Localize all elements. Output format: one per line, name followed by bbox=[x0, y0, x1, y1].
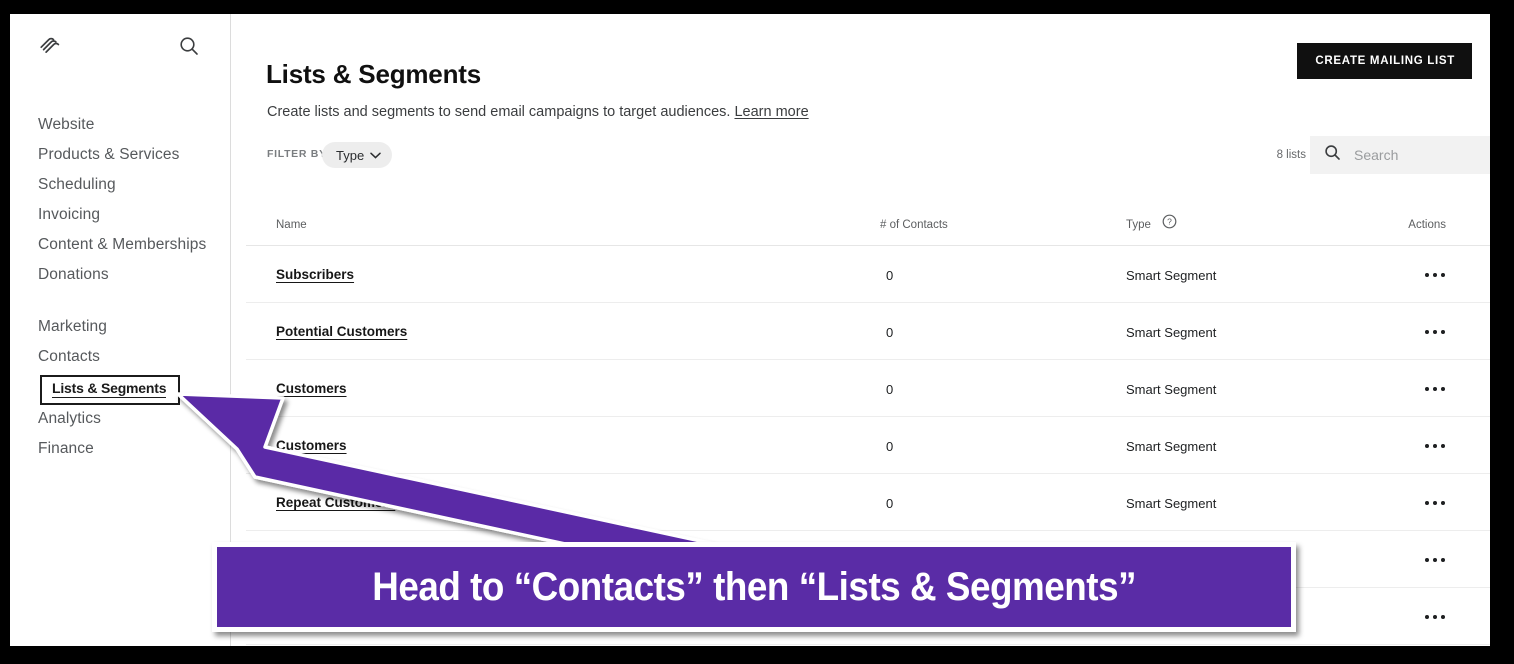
column-header-name: Name bbox=[276, 219, 307, 231]
table-row[interactable]: Customers 0 Smart Segment bbox=[246, 360, 1490, 417]
sidebar-item-donations[interactable]: Donations bbox=[10, 260, 231, 290]
sidebar-item-label: Lists & Segments bbox=[52, 380, 167, 398]
column-header-actions: Actions bbox=[1408, 219, 1446, 231]
sidebar-item-scheduling[interactable]: Scheduling bbox=[10, 170, 231, 200]
sidebar-nav: Website Products & Services Scheduling I… bbox=[10, 110, 231, 464]
sidebar-item-content-memberships[interactable]: Content & Memberships bbox=[10, 230, 231, 260]
search-icon bbox=[1324, 144, 1341, 166]
more-horizontal-icon[interactable] bbox=[1418, 545, 1452, 575]
page-subtitle-text: Create lists and segments to send email … bbox=[267, 103, 731, 120]
list-type: Smart Segment bbox=[1126, 382, 1217, 397]
search-box[interactable] bbox=[1310, 136, 1490, 174]
list-type: Smart Segment bbox=[1126, 268, 1217, 283]
sidebar-item-contacts[interactable]: Contacts bbox=[10, 342, 231, 372]
annotation-banner: Head to “Contacts” then “Lists & Segment… bbox=[212, 542, 1296, 632]
sidebar-item-invoicing[interactable]: Invoicing bbox=[10, 200, 231, 230]
create-mailing-list-button[interactable]: CREATE MAILING LIST bbox=[1297, 43, 1472, 79]
sidebar-header bbox=[10, 14, 231, 76]
svg-text:?: ? bbox=[1167, 217, 1172, 227]
list-contacts-count: 0 bbox=[886, 268, 894, 283]
table-row[interactable]: Potential Customers 0 Smart Segment bbox=[246, 303, 1490, 360]
sidebar-item-products-services[interactable]: Products & Services bbox=[10, 140, 231, 170]
list-contacts-count: 0 bbox=[886, 382, 894, 397]
sidebar-item-marketing[interactable]: Marketing bbox=[10, 312, 231, 342]
sidebar-item-lists-segments[interactable]: Lists & Segments bbox=[10, 374, 231, 405]
sidebar-item-lists-segments-highlight: Lists & Segments bbox=[40, 375, 181, 405]
list-count: 8 lists bbox=[1276, 149, 1306, 161]
more-horizontal-icon[interactable] bbox=[1418, 488, 1452, 518]
sidebar-item-finance[interactable]: Finance bbox=[10, 434, 231, 464]
filter-type-dropdown[interactable]: Type bbox=[322, 142, 393, 168]
squarespace-logo-icon[interactable] bbox=[37, 33, 63, 59]
more-horizontal-icon[interactable] bbox=[1418, 431, 1452, 461]
search-input[interactable] bbox=[1352, 146, 1472, 164]
more-horizontal-icon[interactable] bbox=[1418, 602, 1452, 632]
help-circle-icon[interactable]: ? bbox=[1162, 214, 1177, 229]
table-header-row: Name # of Contacts Type ? Actions bbox=[246, 202, 1490, 246]
list-name-link[interactable]: Subscribers bbox=[276, 267, 354, 282]
list-name-link[interactable]: Customers bbox=[276, 381, 347, 396]
page-title: Lists & Segments bbox=[266, 59, 481, 90]
column-header-contacts: # of Contacts bbox=[880, 219, 948, 231]
list-type: Smart Segment bbox=[1126, 325, 1217, 340]
sidebar: Website Products & Services Scheduling I… bbox=[10, 14, 231, 646]
learn-more-link[interactable]: Learn more bbox=[734, 104, 808, 120]
sidebar-item-website[interactable]: Website bbox=[10, 110, 231, 140]
more-horizontal-icon[interactable] bbox=[1418, 317, 1452, 347]
list-contacts-count: 0 bbox=[886, 325, 894, 340]
list-name-link[interactable]: Potential Customers bbox=[276, 324, 407, 339]
page-subtitle: Create lists and segments to send email … bbox=[267, 104, 809, 120]
list-contacts-count: 0 bbox=[886, 439, 894, 454]
filter-by-label: FILTER BY bbox=[267, 148, 327, 160]
sidebar-item-analytics[interactable]: Analytics bbox=[10, 404, 231, 434]
table-row[interactable]: Repeat Customers 0 Smart Segment bbox=[246, 474, 1490, 531]
list-type: Smart Segment bbox=[1126, 496, 1217, 511]
list-type: Smart Segment bbox=[1126, 439, 1217, 454]
list-name-link[interactable]: Customers bbox=[276, 438, 347, 453]
chevron-down-icon bbox=[370, 146, 381, 164]
table-row[interactable]: Customers 0 Smart Segment bbox=[246, 417, 1490, 474]
sidebar-search-icon[interactable] bbox=[178, 35, 200, 57]
table-row[interactable]: Subscribers 0 Smart Segment bbox=[246, 246, 1490, 303]
filter-type-label: Type bbox=[336, 147, 365, 163]
annotation-banner-text: Head to “Contacts” then “Lists & Segment… bbox=[372, 564, 1136, 609]
more-horizontal-icon[interactable] bbox=[1418, 374, 1452, 404]
column-header-type: Type bbox=[1126, 219, 1151, 231]
list-contacts-count: 0 bbox=[886, 496, 894, 511]
list-name-link[interactable]: Repeat Customers bbox=[276, 495, 395, 510]
more-horizontal-icon[interactable] bbox=[1418, 260, 1452, 290]
